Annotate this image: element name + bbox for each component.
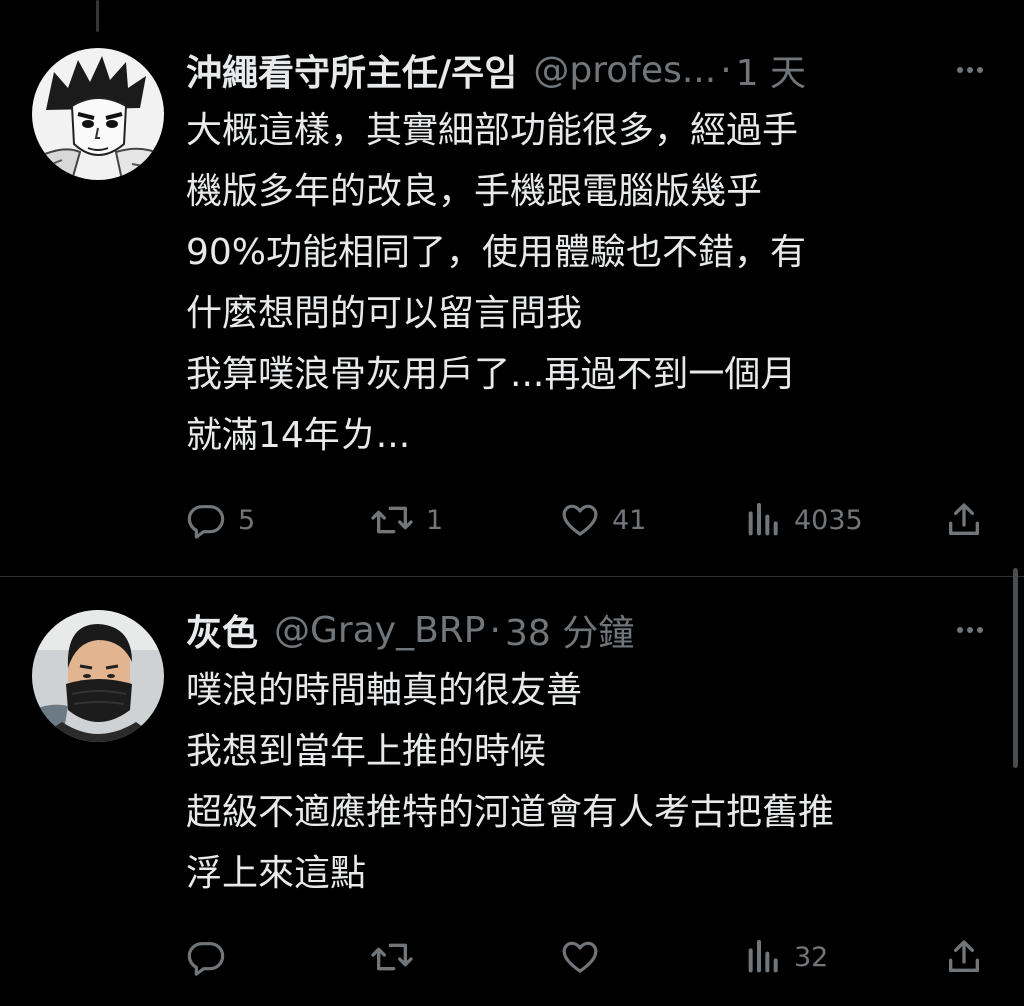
thread-connector-line (96, 0, 99, 32)
share-button[interactable] (944, 495, 984, 545)
tweet-text-line: 90%功能相同了，使用體驗也不錯，有 (186, 232, 807, 273)
views-chart-icon (748, 503, 778, 536)
heart-icon (562, 941, 598, 973)
user-handle[interactable]: @Gray_BRP (274, 610, 485, 651)
tweet-text-line: 我算噗浪骨灰用戶了...再過不到一個月 (186, 354, 797, 395)
display-name[interactable]: 灰色 (186, 604, 258, 656)
like-button[interactable] (560, 932, 612, 982)
retweet-button[interactable] (370, 932, 426, 982)
tweet-text-line: 大概這樣，其實細部功能很多，經過手 (186, 110, 799, 151)
action-bar: 5 1 41 4035 (186, 495, 996, 545)
like-count: 41 (612, 504, 647, 536)
retweet-count: 1 (426, 504, 444, 536)
separator-dot: · (489, 609, 501, 651)
views-chart-icon (748, 940, 778, 973)
more-dot (967, 627, 973, 633)
views-button[interactable]: 4035 (746, 495, 863, 545)
separator-dot: · (720, 49, 732, 91)
reply-count: 5 (238, 504, 256, 536)
tweet-text: 大概這樣，其實細部功能很多，經過手 機版多年的改良，手機跟電腦版幾乎 90%功能… (186, 100, 1006, 466)
like-button[interactable]: 41 (560, 495, 646, 545)
more-options-button[interactable] (948, 48, 992, 92)
action-bar: 32 (186, 932, 996, 982)
more-dot (977, 67, 983, 73)
person-with-mask-avatar-icon (32, 610, 164, 742)
scrollbar-thumb[interactable] (1013, 568, 1018, 768)
more-dot (957, 627, 963, 633)
more-dot (977, 627, 983, 633)
views-button[interactable]: 32 (746, 932, 828, 982)
retweet-button[interactable]: 1 (370, 495, 443, 545)
tweet-divider (0, 576, 1024, 577)
share-button[interactable] (944, 932, 984, 982)
views-count: 32 (794, 941, 829, 973)
tweet-text-line: 浮上來這點 (186, 853, 367, 894)
timestamp[interactable]: 38 分鐘 (505, 604, 634, 656)
more-options-button[interactable] (948, 608, 992, 652)
manga-character-avatar-icon (32, 48, 164, 180)
tweet-text: 噗浪的時間軸真的很友善 我想到當年上推的時候 超級不適應推特的河道會有人考古把舊… (186, 660, 1006, 904)
tweet-header: 灰色 @Gray_BRP · 38 分鐘 (186, 608, 634, 655)
more-dot (957, 67, 963, 73)
reply-button[interactable] (186, 932, 238, 982)
share-icon (949, 503, 979, 535)
timestamp[interactable]: 1 天 (736, 44, 806, 96)
tweet-text-line: 超級不適應推特的河道會有人考古把舊推 (186, 792, 835, 833)
more-dot (967, 67, 973, 73)
user-handle[interactable]: @profes... (533, 50, 716, 91)
avatar[interactable] (32, 610, 164, 742)
views-count: 4035 (794, 504, 863, 536)
display-name[interactable]: 沖繩看守所主任/주임 (186, 44, 517, 96)
tweet-header: 沖繩看守所主任/주임 @profes... · 1 天 (186, 48, 806, 95)
avatar[interactable] (32, 48, 164, 180)
tweet-text-line: 我想到當年上推的時候 (186, 731, 547, 772)
tweet-text-line: 就滿14年ㄌ... (186, 415, 411, 456)
retweet-icon (371, 943, 413, 971)
reply-icon (187, 505, 225, 539)
heart-icon (562, 504, 598, 536)
tweet-text-line: 什麼想問的可以留言問我 (186, 293, 583, 334)
retweet-icon (371, 506, 413, 534)
reply-button[interactable]: 5 (186, 495, 255, 545)
reply-icon (187, 942, 225, 976)
tweet-text-line: 機版多年的改良，手機跟電腦版幾乎 (186, 171, 763, 212)
share-icon (949, 940, 979, 972)
tweet-text-line: 噗浪的時間軸真的很友善 (186, 670, 583, 711)
